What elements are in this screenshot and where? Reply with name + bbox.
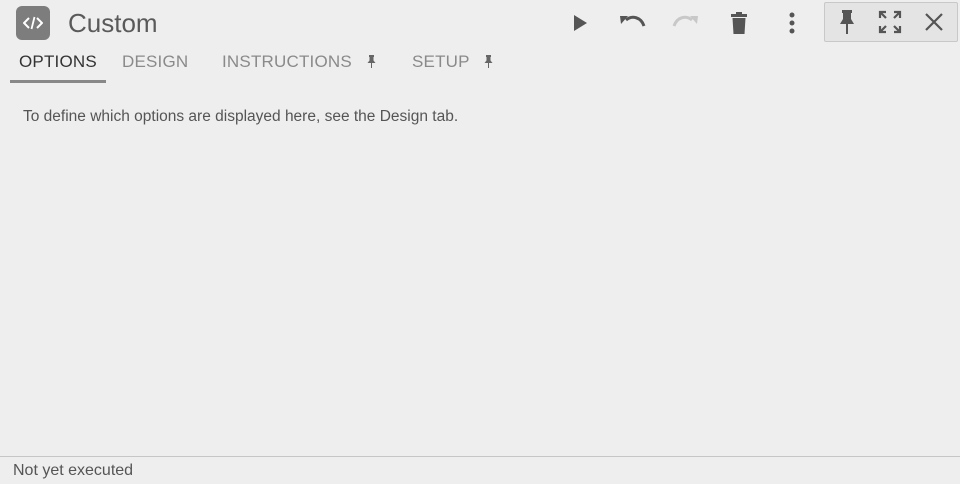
redo-button[interactable]	[670, 8, 702, 38]
tab-bar: OPTIONS DESIGN INSTRUCTIONS SETUP	[0, 46, 960, 83]
options-hint: To define which options are displayed he…	[23, 108, 459, 125]
trash-icon	[731, 12, 747, 34]
close-button[interactable]	[918, 7, 950, 37]
panel-title: Custom	[68, 8, 158, 38]
pin-icon	[484, 47, 493, 79]
maximize-button[interactable]	[874, 7, 906, 37]
undo-button[interactable]	[616, 8, 648, 38]
close-icon	[925, 13, 943, 31]
expand-icon	[878, 10, 902, 34]
tab-instructions[interactable]: INSTRUCTIONS	[222, 46, 376, 80]
status-bar: Not yet executed	[0, 456, 960, 484]
status-text: Not yet executed	[13, 462, 134, 479]
pin-icon	[367, 47, 376, 79]
redo-icon	[672, 15, 698, 27]
more-button[interactable]	[776, 8, 808, 38]
tab-label: SETUP	[412, 52, 470, 71]
tab-label: DESIGN	[122, 52, 189, 71]
tab-design[interactable]: DESIGN	[122, 46, 188, 80]
tab-label: INSTRUCTIONS	[222, 52, 352, 71]
more-vertical-icon	[789, 12, 795, 34]
pin-icon	[840, 10, 854, 34]
play-icon	[574, 15, 587, 31]
run-button[interactable]	[564, 8, 596, 38]
window-controls	[824, 2, 958, 42]
tab-label: OPTIONS	[19, 52, 97, 71]
analysis-panel: Custom OPTIONS DESIGN INSTRUCTIONS SETUP…	[0, 0, 960, 484]
delete-button[interactable]	[723, 8, 755, 38]
undo-icon	[620, 15, 646, 27]
code-icon	[16, 6, 50, 40]
tab-options[interactable]: OPTIONS	[10, 46, 106, 83]
tab-setup[interactable]: SETUP	[412, 46, 493, 80]
pin-button[interactable]	[831, 7, 863, 37]
panel-header: Custom	[0, 0, 960, 46]
